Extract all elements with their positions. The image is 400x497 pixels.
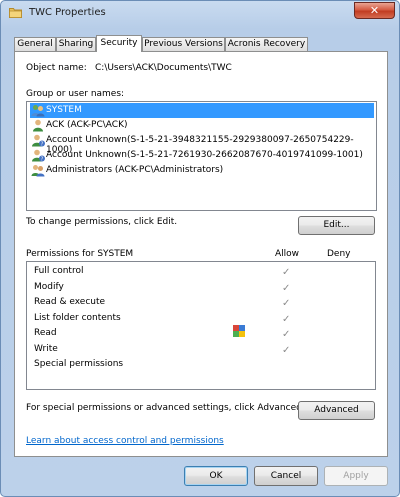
user-item-unknown-1000[interactable]: ? Account Unknown(S-1-5-21-3948321155-29… — [30, 133, 374, 155]
edit-button[interactable]: Edit... — [298, 216, 375, 235]
group-users-label: Group or user names: — [26, 89, 125, 99]
allow-check-icon: ✓ — [282, 283, 291, 294]
special-permissions-text: For special permissions or advanced sett… — [26, 403, 305, 413]
apply-button[interactable]: Apply — [324, 466, 388, 486]
unknown-user-icon: ? — [32, 134, 45, 147]
security-panel: Object name: C:\Users\ACK\Documents\TWC … — [14, 51, 388, 457]
deny-header: Deny — [327, 249, 351, 259]
user-item-administrators[interactable]: Administrators (ACK-PC\Administrators) — [30, 163, 374, 178]
ok-button[interactable]: OK — [184, 466, 248, 486]
cancel-button[interactable]: Cancel — [254, 466, 318, 486]
user-icon — [33, 119, 43, 132]
allow-check-icon: ✓ — [282, 298, 291, 309]
object-name-value: C:\Users\ACK\Documents\TWC — [95, 63, 232, 73]
permission-row-write: Write ✓ — [34, 342, 364, 357]
tab-acronis-recovery[interactable]: Acronis Recovery — [225, 37, 308, 51]
user-list[interactable]: SYSTEM ACK (ACK-PC\ACK) ? Account Unknow… — [26, 101, 377, 211]
properties-window: TWC Properties ✕ General Sharing Securit… — [0, 0, 400, 497]
object-name-label: Object name: — [26, 63, 87, 73]
tab-sharing[interactable]: Sharing — [56, 37, 96, 51]
folder-icon — [9, 8, 22, 18]
window-title: TWC Properties — [29, 7, 106, 18]
svg-text:?: ? — [41, 142, 44, 147]
users-group-icon — [31, 105, 45, 117]
learn-access-control-link[interactable]: Learn about access control and permissio… — [26, 436, 224, 446]
user-name: Administrators (ACK-PC\Administrators) — [46, 165, 224, 175]
permission-label: Modify — [34, 282, 64, 292]
user-item-ack[interactable]: ACK (ACK-PC\ACK) — [30, 118, 374, 133]
tab-label: Security — [100, 38, 138, 48]
permission-row-read-execute: Read & execute ✓ — [34, 295, 364, 310]
close-button[interactable]: ✕ — [354, 2, 395, 19]
user-name: SYSTEM — [46, 105, 82, 115]
tab-label: General — [17, 39, 53, 49]
watermark-logo — [233, 325, 245, 337]
allow-header: Allow — [275, 249, 300, 259]
permission-row-modify: Modify ✓ — [34, 280, 364, 295]
permissions-list: Full control ✓ Modify ✓ Read & execute ✓… — [26, 261, 376, 390]
permission-row-read: Read ✓ — [34, 326, 364, 341]
user-name: Account Unknown(S-1-5-21-7261930-2662087… — [46, 150, 363, 160]
users-group-icon — [31, 165, 45, 177]
permission-label: Read & execute — [34, 297, 106, 307]
tab-security[interactable]: Security — [96, 35, 142, 52]
permission-label: Full control — [34, 266, 84, 276]
tab-previous-versions[interactable]: Previous Versions — [142, 37, 225, 51]
permission-row-list-folder-contents: List folder contents ✓ — [34, 311, 364, 326]
allow-check-icon: ✓ — [282, 345, 291, 356]
user-item-system[interactable]: SYSTEM — [30, 103, 374, 118]
tab-label: Sharing — [58, 39, 94, 49]
close-icon: ✕ — [369, 4, 380, 17]
tab-label: Previous Versions — [144, 39, 223, 49]
user-item-unknown-1001[interactable]: ? Account Unknown(S-1-5-21-7261930-26620… — [30, 148, 374, 163]
permission-label: Write — [34, 344, 58, 354]
unknown-user-icon: ? — [32, 149, 45, 162]
tab-label: Acronis Recovery — [227, 39, 306, 49]
allow-check-icon: ✓ — [282, 267, 291, 278]
permission-label: Special permissions — [34, 359, 124, 369]
permissions-for-label: Permissions for SYSTEM — [26, 249, 134, 259]
advanced-button[interactable]: Advanced — [298, 401, 375, 420]
user-name: ACK (ACK-PC\ACK) — [46, 120, 128, 130]
allow-check-icon: ✓ — [282, 314, 291, 325]
permission-label: List folder contents — [34, 313, 121, 323]
title-bar[interactable]: TWC Properties ✕ — [1, 1, 399, 25]
permission-label: Read — [34, 328, 57, 338]
permission-row-special: Special permissions — [34, 357, 364, 372]
svg-text:?: ? — [41, 157, 44, 162]
change-permissions-text: To change permissions, click Edit. — [26, 217, 178, 227]
allow-check-icon: ✓ — [282, 329, 291, 340]
tab-general[interactable]: General — [14, 37, 56, 51]
permission-row-full-control: Full control ✓ — [34, 264, 364, 279]
